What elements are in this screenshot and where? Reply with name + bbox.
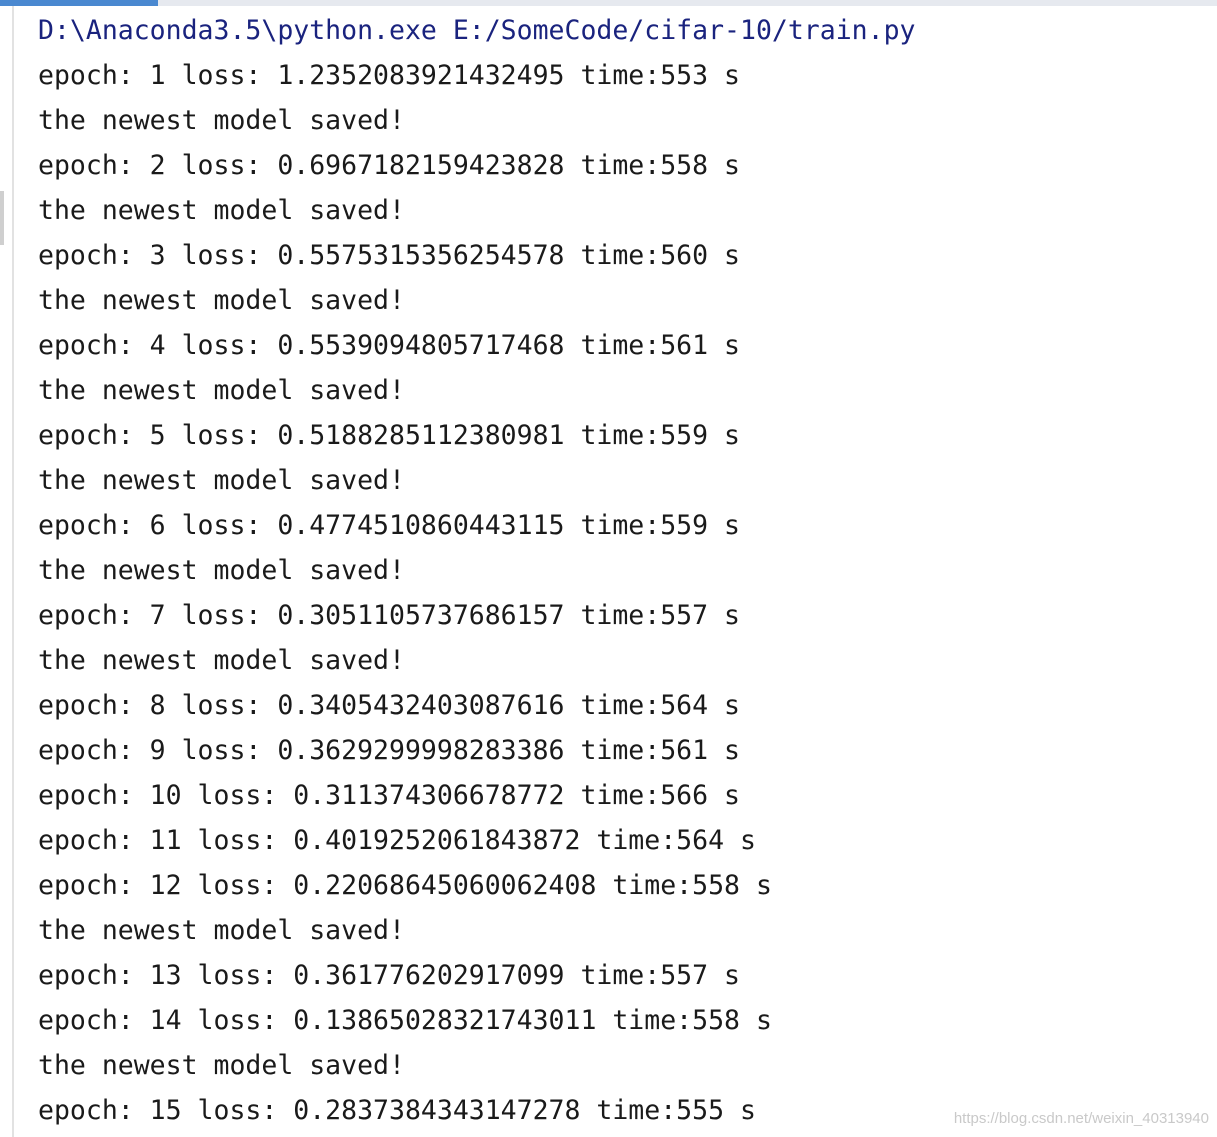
model-saved-line: the newest model saved! [38,105,405,136]
active-tab-indicator[interactable] [0,0,158,6]
epoch-log-line: epoch: 1 loss: 1.2352083921432495 time:5… [38,60,740,91]
epoch-log-line: epoch: 6 loss: 0.4774510860443115 time:5… [38,510,740,541]
epoch-log-line: epoch: 8 loss: 0.3405432403087616 time:5… [38,690,740,721]
model-saved-line: the newest model saved! [38,195,405,226]
epoch-log-line: epoch: 9 loss: 0.3629299998283386 time:5… [38,735,740,766]
gutter-scroll-marker[interactable] [0,191,4,245]
console-gutter [0,6,14,1137]
tab-strip [0,0,1217,6]
model-saved-line: the newest model saved! [38,555,405,586]
epoch-log-line: epoch: 4 loss: 0.5539094805717468 time:5… [38,330,740,361]
model-saved-line: the newest model saved! [38,915,405,946]
epoch-log-line: epoch: 5 loss: 0.5188285112380981 time:5… [38,420,740,451]
epoch-log-line: epoch: 12 loss: 0.22068645060062408 time… [38,870,772,901]
epoch-log-line: epoch: 14 loss: 0.13865028321743011 time… [38,1005,772,1036]
epoch-log-line: epoch: 13 loss: 0.361776202917099 time:5… [38,960,740,991]
model-saved-line: the newest model saved! [38,465,405,496]
watermark: https://blog.csdn.net/weixin_40313940 [953,1110,1209,1127]
epoch-log-line: epoch: 2 loss: 0.6967182159423828 time:5… [38,150,740,181]
console-output: D:\Anaconda3.5\python.exe E:/SomeCode/ci… [38,8,916,1133]
model-saved-line: the newest model saved! [38,1050,405,1081]
epoch-log-line: epoch: 3 loss: 0.5575315356254578 time:5… [38,240,740,271]
model-saved-line: the newest model saved! [38,645,405,676]
epoch-log-line: epoch: 10 loss: 0.311374306678772 time:5… [38,780,740,811]
epoch-log-line: epoch: 7 loss: 0.3051105737686157 time:5… [38,600,740,631]
model-saved-line: the newest model saved! [38,375,405,406]
model-saved-line: the newest model saved! [38,285,405,316]
epoch-log-line: epoch: 11 loss: 0.4019252061843872 time:… [38,825,756,856]
run-command-line: D:\Anaconda3.5\python.exe E:/SomeCode/ci… [38,15,916,46]
epoch-log-line: epoch: 15 loss: 0.2837384343147278 time:… [38,1095,756,1126]
